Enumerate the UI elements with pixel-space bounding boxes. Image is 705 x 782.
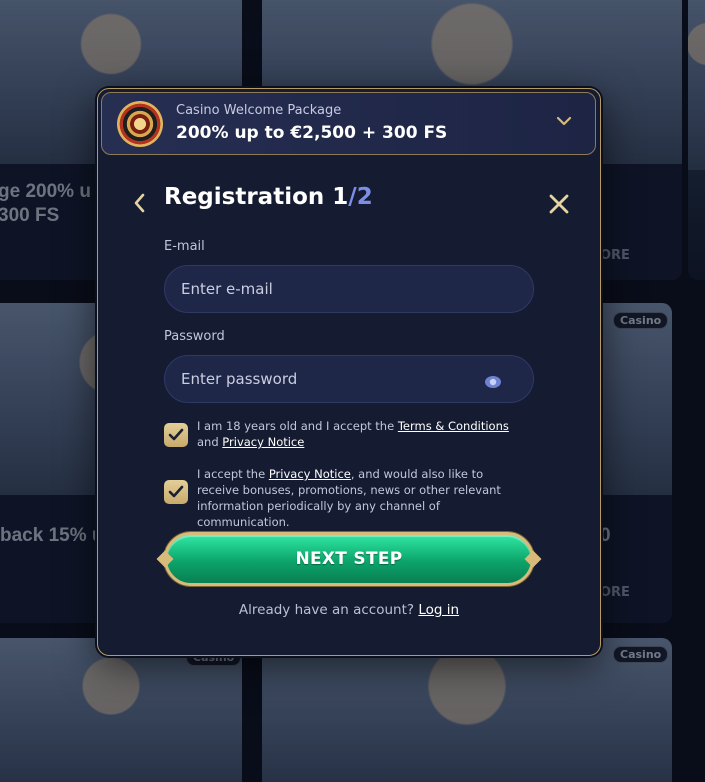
promo-value: 200% up to €2,500 + 300 FS [176,123,448,143]
email-input[interactable] [164,265,534,313]
email-label: E-mail [164,239,205,254]
privacy-notice-link[interactable]: Privacy Notice [222,435,304,449]
terms-link[interactable]: Terms & Conditions [398,419,509,433]
eye-icon[interactable] [484,375,502,389]
step-total: 2 [356,184,373,210]
marketing-consent-checkbox[interactable] [164,480,188,504]
age-mid: and [197,435,223,449]
password-label: Password [164,329,225,344]
promo-label: Casino Welcome Package [176,103,342,118]
age-terms-text: I am 18 years old and I accept the Terms… [197,418,527,450]
title-text: Registration [164,184,333,210]
marketing-prefix: I accept the [197,467,269,481]
next-step-button[interactable]: NEXT STEP [164,532,534,586]
login-link[interactable]: Log in [418,602,459,618]
page-title: Registration 1/2 [164,184,373,210]
age-prefix: I am 18 years old and I accept the [197,419,398,433]
chevron-down-icon[interactable] [555,112,573,130]
registration-modal: Casino Welcome Package 200% up to €2,500… [97,88,601,656]
password-input[interactable] [164,355,534,403]
checkmark-icon [168,428,184,441]
close-icon[interactable] [548,193,570,215]
checkmark-icon [168,485,184,498]
step-separator: / [348,184,357,210]
step-current: 1 [332,184,349,210]
back-arrow-icon[interactable] [130,192,150,214]
welcome-package-dropdown[interactable]: Casino Welcome Package 200% up to €2,500… [101,92,596,155]
login-prompt-text: Already have an account? [238,602,419,618]
privacy-notice-link[interactable]: Privacy Notice [269,467,351,481]
login-prompt: Already have an account? Log in [98,602,600,618]
marketing-consent-text: I accept the Privacy Notice, and would a… [197,466,527,530]
age-terms-checkbox[interactable] [164,423,188,447]
roulette-icon [117,101,163,147]
